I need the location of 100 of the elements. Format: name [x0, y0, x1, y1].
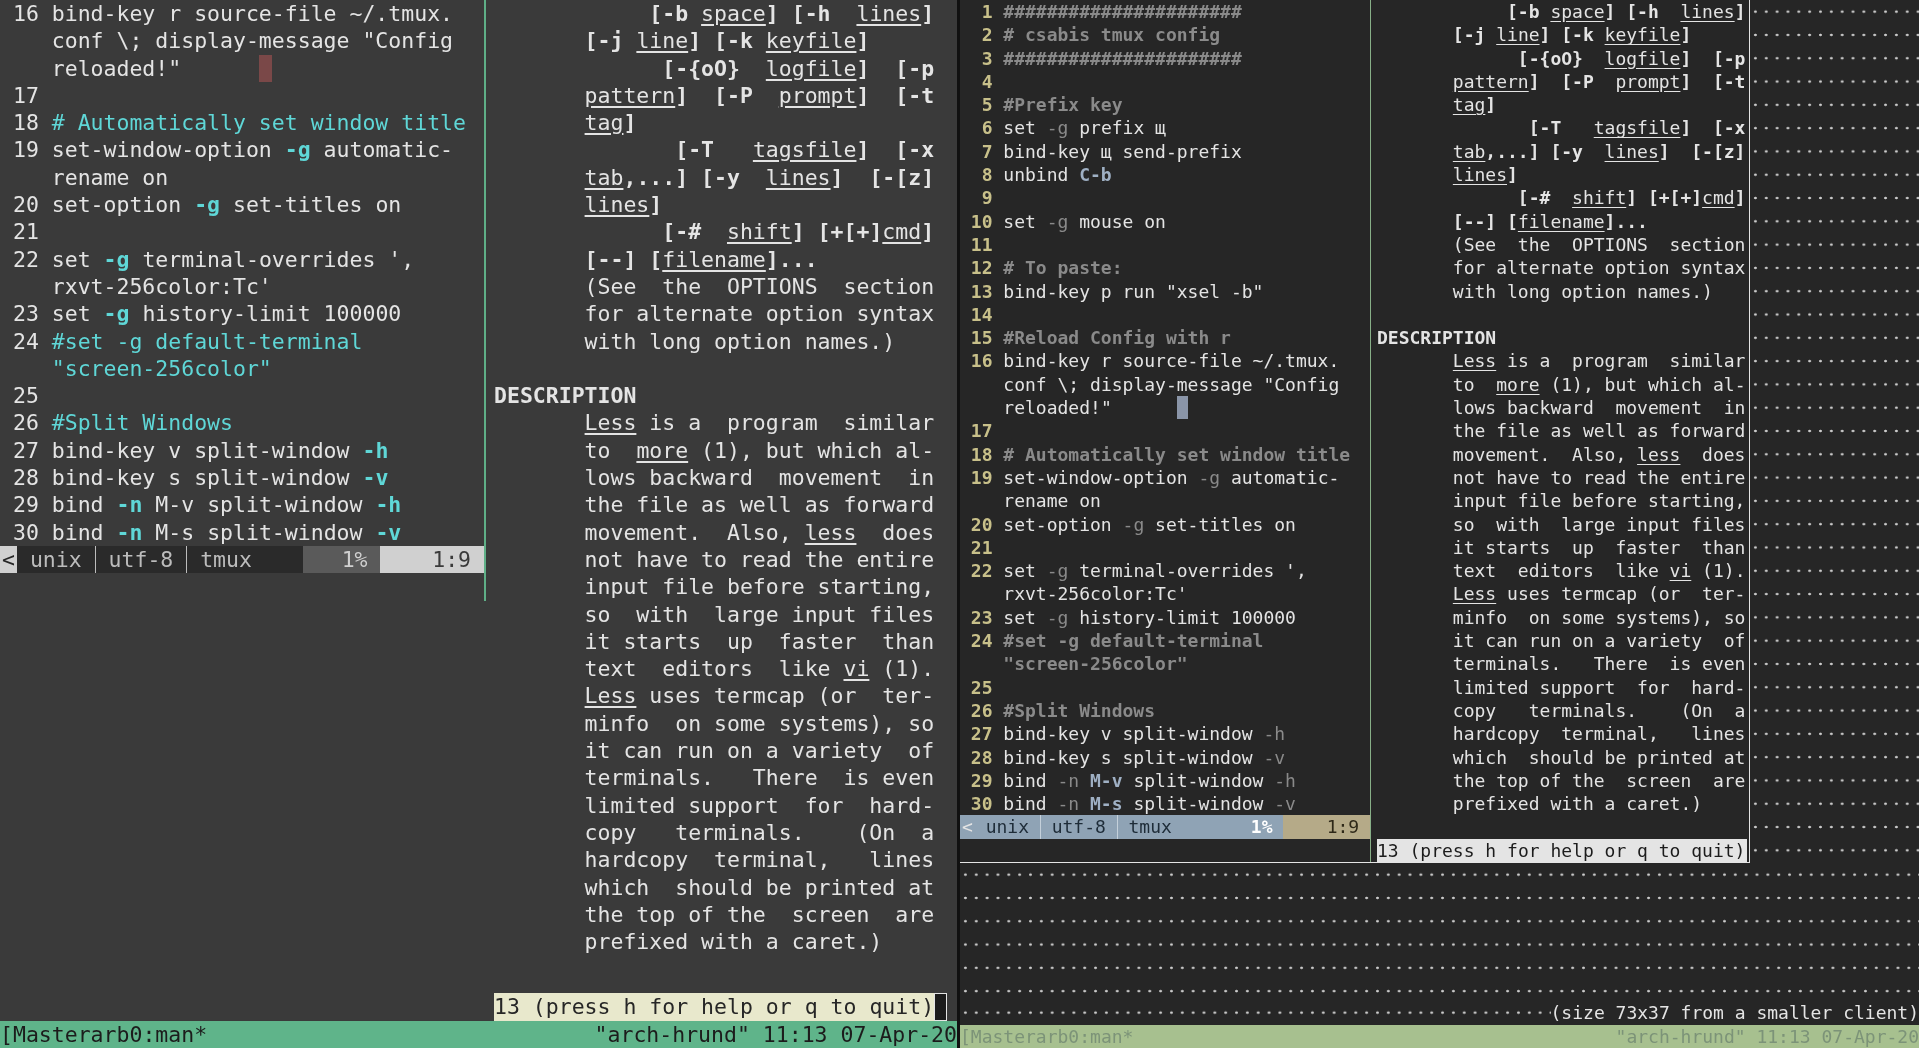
code-text: set-option -g set-titles on — [1003, 512, 1296, 536]
code-text: bind -n M-s split-window -v — [51, 518, 402, 546]
code-text: ###################### — [1003, 0, 1242, 24]
code-text: bind-key r source-file ~/.tmux. — [51, 0, 454, 28]
code-text: set -g prefix щ — [1003, 116, 1166, 140]
line-number: 24 — [969, 629, 993, 653]
man-line: [-{oO} logfile] [-p — [661, 55, 935, 81]
code-text: conf \; display-message "Config — [1003, 372, 1340, 397]
man-line: limited support for hard- — [1452, 676, 1746, 698]
code-text: #Reload Config with r — [1003, 326, 1231, 350]
text-cursor — [258, 54, 272, 82]
code-text: rxvt-256color:Tc' — [51, 272, 272, 301]
code-text: #set -g default-terminal — [1003, 629, 1264, 653]
man-line: [-# shift] [+[+]cmd] — [661, 219, 935, 245]
man-line: Less uses termcap (or ter- — [1452, 583, 1746, 605]
man-line: hardcopy terminal, lines — [1452, 723, 1746, 745]
line-number: 22 — [11, 245, 39, 273]
man-line: hardcopy terminal, lines — [584, 847, 935, 873]
man-line: movement. Also, less does — [1452, 443, 1746, 465]
cursor-position: 1:9 — [1283, 815, 1370, 839]
line-number: 16 — [969, 349, 993, 373]
line-number: 9 — [980, 186, 993, 210]
code-text: set -g mouse on — [1003, 209, 1166, 233]
status-item: tmux — [1116, 815, 1183, 839]
code-text: reloaded!" — [51, 54, 183, 82]
code-text: rename on — [1003, 489, 1101, 513]
line-number: 15 — [969, 326, 993, 350]
line-number: 23 — [969, 605, 993, 629]
code-text: # csabis tmux config — [1003, 23, 1221, 47]
man-line: (See the OPTIONS section — [1452, 233, 1746, 255]
man-line: movement. Also, less does — [584, 519, 935, 545]
line-number: 18 — [11, 109, 39, 137]
man-line: pattern] [-P prompt] [-t — [584, 82, 935, 108]
man-line: it can run on a variety of — [1452, 630, 1746, 651]
code-text: bind-key r source-file ~/.tmux. — [1003, 349, 1340, 373]
man-line: tab,...] [-y lines] [-[z] — [584, 164, 935, 190]
man-line: tab,...] [-y lines] [-[z] — [1452, 140, 1746, 162]
pager-prompt: 13 (press h for help or q to quit) — [494, 993, 935, 1021]
man-line: which should be printed at — [1452, 746, 1746, 768]
line-number: 16 — [11, 0, 39, 28]
code-text: set -g history-limit 100000 — [51, 300, 402, 328]
session-name: [Masterarb0:man* — [0, 1020, 208, 1048]
man-line: the file as well as forward — [1452, 420, 1746, 442]
line-number: 2 — [980, 23, 993, 47]
code-text: bind -n M-s split-window -v — [1003, 792, 1296, 816]
line-number: 26 — [969, 698, 993, 723]
man-line: not have to read the entire — [584, 546, 935, 572]
line-number: 21 — [11, 218, 39, 246]
code-text: bind-key v split-window -h — [51, 436, 389, 465]
man-line: [-T tagsfile] [-x — [674, 137, 935, 163]
section-heading: DESCRIPTION — [1377, 327, 1497, 349]
man-line: text editors like vi (1). — [584, 656, 935, 682]
man-line: it starts up faster than — [1452, 536, 1746, 558]
code-text: #Split Windows — [1003, 698, 1156, 723]
man-line: Less is a program similar — [584, 410, 935, 436]
code-text: conf \; display-message "Config — [51, 27, 454, 55]
man-line: so with large input files — [584, 601, 935, 627]
man-line: Less is a program similar — [1452, 350, 1746, 372]
line-number: 17 — [11, 81, 39, 110]
pager-prompt: 13 (press h for help or q to quit) — [1377, 838, 1746, 862]
man-line: input file before starting, — [1452, 490, 1746, 512]
man-line: lines] — [584, 192, 663, 218]
scroll-percent: 1% — [302, 545, 381, 574]
line-number: 24 — [11, 327, 39, 355]
line-number: 25 — [969, 675, 993, 699]
status-item: unix — [984, 815, 1031, 839]
code-text: bind-key s split-window -v — [1003, 745, 1286, 769]
man-line: so with large input files — [1452, 513, 1746, 535]
line-number: 5 — [980, 93, 993, 117]
code-text: # Automatically set window title — [1003, 442, 1351, 466]
line-number: 8 — [980, 163, 993, 187]
status-item: unix — [28, 545, 83, 574]
man-line: (See the OPTIONS section — [584, 273, 935, 299]
man-line: terminals. There is even — [584, 765, 935, 791]
line-number: 4 — [980, 69, 993, 94]
man-line: with long option names.) — [1452, 280, 1713, 302]
code-text: "screen-256color" — [1003, 652, 1188, 676]
section-heading: DESCRIPTION — [494, 383, 637, 409]
man-line: prefixed with a caret.) — [584, 929, 883, 955]
man-line: limited support for hard- — [584, 792, 935, 818]
line-number: 10 — [969, 209, 993, 233]
man-line: to more (1), but which al- — [1452, 373, 1746, 395]
man-line: copy terminals. (On a — [584, 819, 935, 845]
text-cursor — [1176, 396, 1188, 420]
man-line: lows backward movement in — [1452, 397, 1746, 419]
code-text: #Prefix key — [1003, 93, 1123, 117]
code-text: bind -n M-v split-window -h — [1003, 768, 1296, 793]
code-text: set -g history-limit 100000 — [1003, 605, 1296, 629]
line-number: 17 — [969, 419, 993, 443]
line-number: 23 — [11, 300, 39, 328]
man-line: [-# shift] [+[+]cmd] — [1516, 187, 1746, 209]
code-text: set-window-option -g automatic- — [1003, 465, 1340, 490]
line-number: 21 — [969, 535, 993, 560]
status-item: utf-8 — [94, 545, 187, 574]
man-line: it starts up faster than — [584, 628, 935, 654]
line-number: 12 — [969, 256, 993, 280]
line-number: 19 — [11, 136, 39, 164]
code-text: "screen-256color" — [51, 354, 272, 383]
line-number: 30 — [969, 792, 993, 816]
line-number: 19 — [969, 465, 993, 490]
